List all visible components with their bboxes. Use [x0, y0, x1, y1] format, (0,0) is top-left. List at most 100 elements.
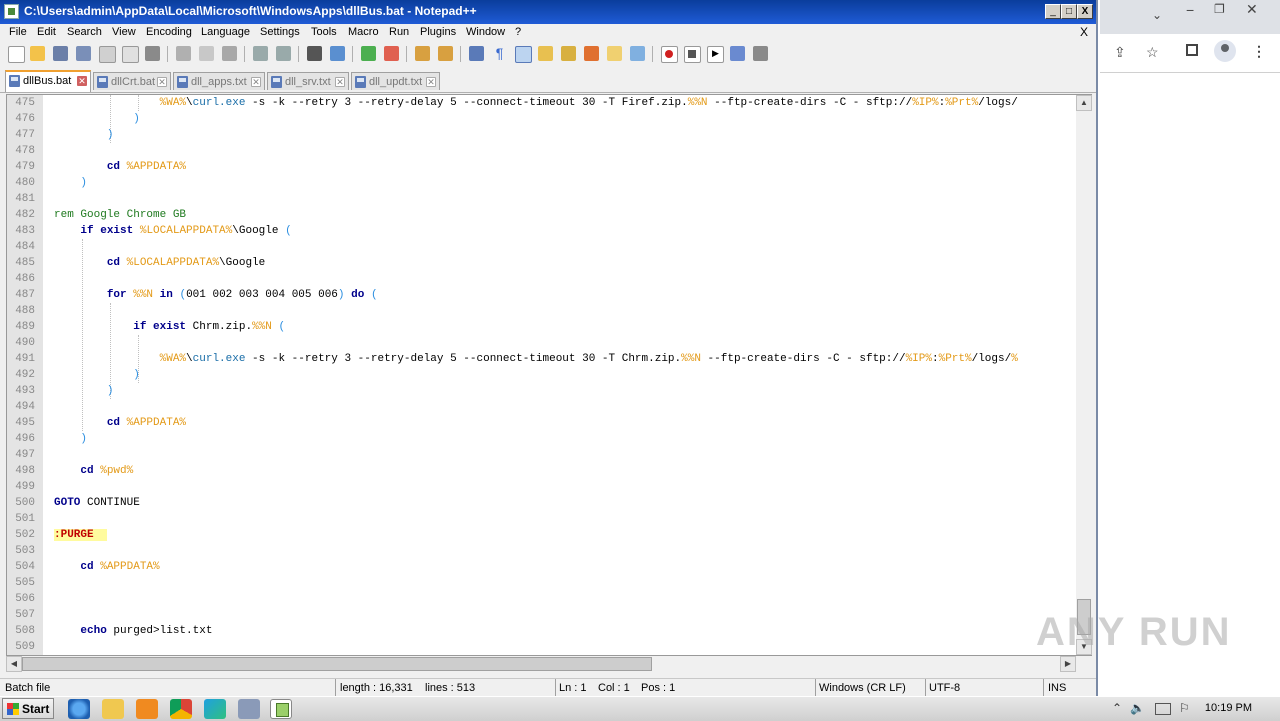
- tab-close-icon[interactable]: ✕: [251, 77, 261, 87]
- paste-icon[interactable]: [222, 46, 237, 61]
- menu-search[interactable]: Search: [67, 26, 102, 38]
- tab-dll-updt-txt[interactable]: dll_updt.txt ✕: [351, 72, 440, 90]
- word-wrap-icon[interactable]: [469, 46, 484, 61]
- browser-menu-icon[interactable]: ⋮: [1252, 43, 1266, 60]
- network-icon[interactable]: [1155, 703, 1171, 715]
- menu-macro[interactable]: Macro: [348, 26, 379, 38]
- tab-close-icon[interactable]: ✕: [157, 77, 167, 87]
- tab-label: dllBus.bat: [23, 75, 72, 87]
- tab-dll-apps-txt[interactable]: dll_apps.txt ✕: [173, 72, 265, 90]
- record-macro-icon[interactable]: [661, 46, 678, 63]
- taskbar-clock[interactable]: 10:19 PM: [1205, 702, 1252, 714]
- show-all-characters-icon[interactable]: ¶: [492, 46, 507, 61]
- menu-settings[interactable]: Settings: [260, 26, 300, 38]
- maximize-button[interactable]: □: [1061, 4, 1077, 19]
- browser-minimize-icon[interactable]: −: [1186, 2, 1194, 18]
- scroll-right-arrow-icon[interactable]: ▶: [1060, 656, 1076, 672]
- bookmark-star-icon[interactable]: ☆: [1146, 44, 1159, 61]
- line-number: 478: [15, 145, 35, 157]
- close-button[interactable]: X: [1077, 4, 1093, 19]
- line-number: 476: [15, 113, 35, 125]
- line-number: 494: [15, 401, 35, 413]
- anyrun-watermark: ANY RUN: [1036, 610, 1232, 654]
- find-icon[interactable]: [307, 46, 322, 61]
- status-encoding: UTF-8: [929, 682, 961, 694]
- scroll-up-arrow-icon[interactable]: ▲: [1076, 95, 1092, 111]
- indent-guide-icon[interactable]: [515, 46, 532, 63]
- stop-macro-icon[interactable]: [684, 46, 701, 63]
- status-col: Col : 1: [598, 682, 630, 694]
- horizontal-scroll-thumb[interactable]: [22, 657, 652, 671]
- undo-icon[interactable]: [253, 46, 268, 61]
- tab-close-icon[interactable]: ✕: [77, 76, 87, 86]
- copy-icon[interactable]: [199, 46, 214, 61]
- menu-view[interactable]: View: [112, 26, 136, 38]
- menu-encoding[interactable]: Encoding: [146, 26, 192, 38]
- windows-logo-icon: [7, 703, 19, 715]
- monitoring-icon[interactable]: [630, 46, 645, 61]
- function-list-icon[interactable]: [584, 46, 599, 61]
- tab-dllbus-bat[interactable]: dllBus.bat ✕: [5, 70, 91, 92]
- tab-close-icon[interactable]: ✕: [335, 77, 345, 87]
- code-editor[interactable]: 475 476 477 478 479 480 481 482 483 484 485 486 487 4…: [6, 94, 1092, 656]
- app-icon[interactable]: [238, 699, 260, 719]
- close-all-icon[interactable]: [122, 46, 139, 63]
- volume-icon[interactable]: 🔈: [1130, 701, 1145, 715]
- start-button[interactable]: Start: [2, 698, 54, 719]
- sync-horizontal-icon[interactable]: [438, 46, 453, 61]
- zoom-out-icon[interactable]: [384, 46, 399, 61]
- save-all-icon[interactable]: [76, 46, 91, 61]
- menu-edit[interactable]: Edit: [37, 26, 56, 38]
- vertical-scrollbar[interactable]: ▲ ▼: [1076, 95, 1092, 655]
- print-icon[interactable]: [145, 46, 160, 61]
- run-macro-multiple-icon[interactable]: [730, 46, 745, 61]
- file-explorer-icon[interactable]: [102, 699, 124, 719]
- scroll-left-arrow-icon[interactable]: ◀: [6, 656, 22, 672]
- define-language-icon[interactable]: [538, 46, 553, 61]
- media-player-icon[interactable]: [136, 699, 158, 719]
- line-number: 485: [15, 257, 35, 269]
- folder-as-workspace-icon[interactable]: [607, 46, 622, 61]
- zoom-in-icon[interactable]: [361, 46, 376, 61]
- file-icon: [355, 76, 366, 88]
- notepadpp-taskbar-icon[interactable]: [270, 699, 292, 719]
- tab-close-icon[interactable]: ✕: [426, 77, 436, 87]
- replace-icon[interactable]: [330, 46, 345, 61]
- menu-tools[interactable]: Tools: [311, 26, 337, 38]
- menu-help[interactable]: ?: [515, 26, 521, 38]
- taskbar: Start ⌃ 🔈 ⚐ 10:19 PM: [0, 696, 1280, 721]
- menu-language[interactable]: Language: [201, 26, 250, 38]
- menu-run[interactable]: Run: [389, 26, 409, 38]
- save-macro-icon[interactable]: [753, 46, 768, 61]
- side-panel-icon[interactable]: [1186, 44, 1198, 56]
- menu-plugins[interactable]: Plugins: [420, 26, 456, 38]
- minimize-button[interactable]: _: [1045, 4, 1061, 19]
- play-macro-icon[interactable]: ▶: [707, 46, 724, 63]
- menu-file[interactable]: File: [9, 26, 27, 38]
- new-file-icon[interactable]: [8, 46, 25, 63]
- sync-vertical-icon[interactable]: [415, 46, 430, 61]
- chrome-icon[interactable]: [170, 699, 192, 719]
- tab-dll-srv-txt[interactable]: dll_srv.txt ✕: [267, 72, 349, 90]
- tab-dllcrt-bat[interactable]: dllCrt.bat ✕: [93, 72, 171, 90]
- document-map-icon[interactable]: [561, 46, 576, 61]
- edge-icon[interactable]: [204, 699, 226, 719]
- menu-window[interactable]: Window: [466, 26, 505, 38]
- cut-icon[interactable]: [176, 46, 191, 61]
- redo-icon[interactable]: [276, 46, 291, 61]
- save-icon[interactable]: [53, 46, 68, 61]
- action-center-flag-icon[interactable]: ⚐: [1179, 701, 1190, 715]
- share-icon[interactable]: ⇪: [1114, 44, 1126, 61]
- horizontal-scrollbar[interactable]: ◀ ▶: [6, 656, 1076, 672]
- tab-search-chevron-down-icon[interactable]: ⌄: [1152, 8, 1162, 22]
- tray-show-hidden-icon[interactable]: ⌃: [1112, 701, 1122, 715]
- toolbar-separator: [167, 46, 168, 62]
- line-number: 507: [15, 609, 35, 621]
- close-file-icon[interactable]: [99, 46, 116, 63]
- profile-avatar-icon[interactable]: [1214, 40, 1236, 62]
- internet-explorer-icon[interactable]: [68, 699, 90, 719]
- browser-restore-icon[interactable]: ❐: [1214, 2, 1225, 16]
- open-file-icon[interactable]: [30, 46, 45, 61]
- browser-close-icon[interactable]: ✕: [1246, 1, 1258, 18]
- close-document-button[interactable]: X: [1080, 25, 1088, 39]
